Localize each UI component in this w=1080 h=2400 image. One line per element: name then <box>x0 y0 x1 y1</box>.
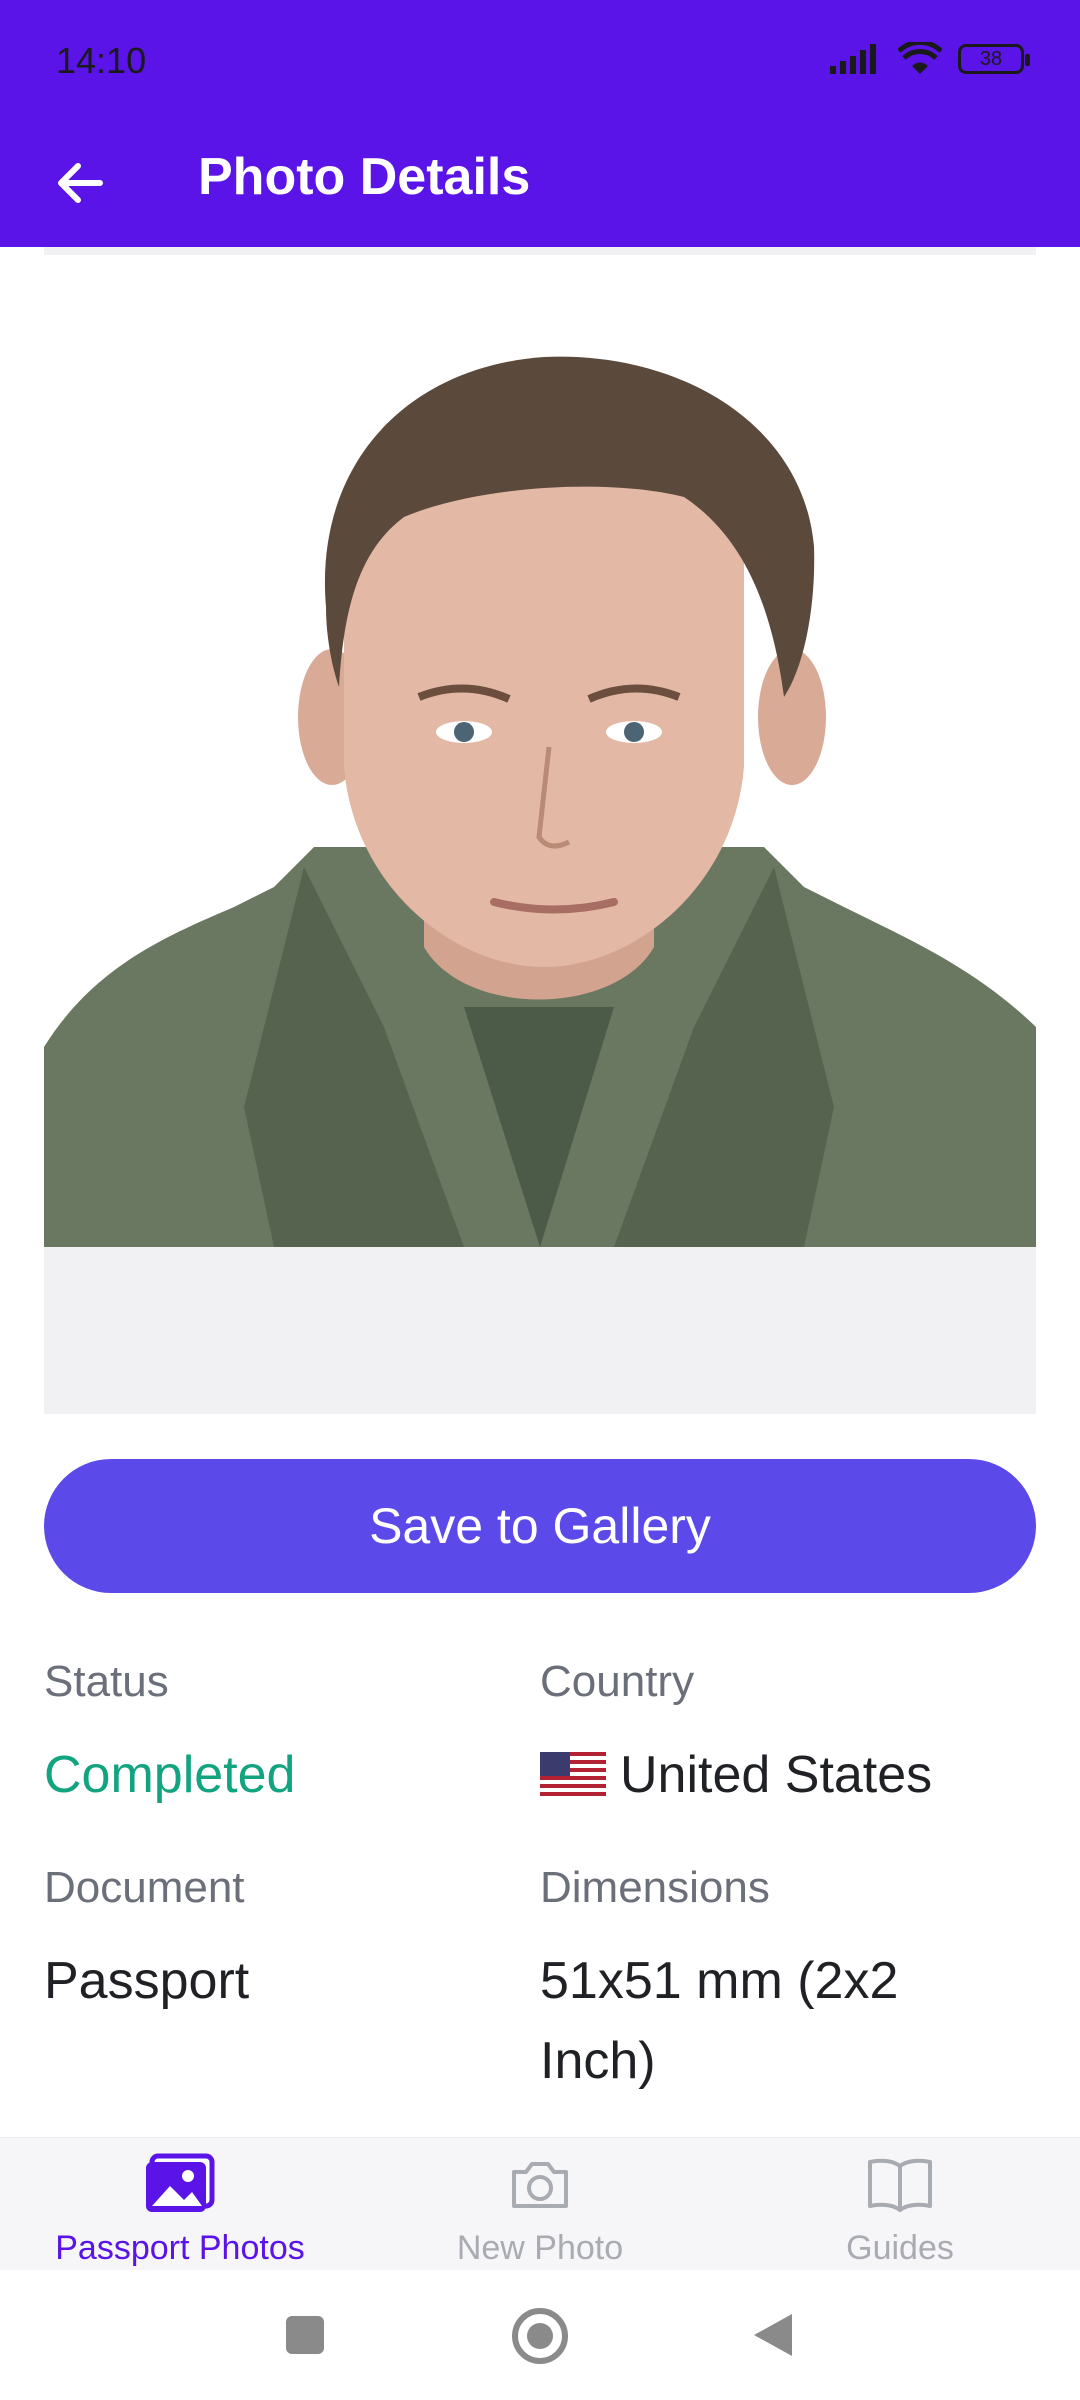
home-button[interactable] <box>512 2308 568 2364</box>
page-title: Photo Details <box>198 148 531 206</box>
photos-icon <box>146 2153 215 2212</box>
book-icon <box>868 2158 932 2212</box>
nav-passport-photos-label: Passport Photos <box>55 2229 305 2267</box>
bottom-navigation: Passport Photos New Photo Guides <box>0 2137 1080 2270</box>
nav-guides[interactable]: Guides <box>720 2152 1080 2268</box>
status-icons: 38 <box>830 42 1030 76</box>
wifi-icon <box>898 42 942 74</box>
us-flag-icon <box>540 1752 606 1796</box>
nav-passport-photos[interactable]: Passport Photos <box>0 2152 360 2268</box>
signal-icon <box>830 44 876 74</box>
status-bar: 14:10 38 <box>0 0 1080 125</box>
document-label: Document <box>44 1863 245 1912</box>
dimensions-label: Dimensions <box>540 1863 770 1912</box>
status-value: Completed <box>44 1746 296 1804</box>
country-value-row: United States <box>540 1735 1000 1815</box>
photo-preview-card <box>44 247 1036 1414</box>
dimensions-value: 51x51 mm (2x2 Inch) <box>540 1952 899 2090</box>
system-navigation-bar <box>0 2270 1080 2400</box>
status-field: Status Completed <box>44 1657 504 1815</box>
country-field: Country United States <box>540 1657 1000 1815</box>
document-value: Passport <box>44 1952 250 2010</box>
photo-details-content[interactable]: Save to Gallery Status Completed Country… <box>0 247 1080 2137</box>
save-to-gallery-button[interactable]: Save to Gallery <box>44 1459 1036 1593</box>
nav-new-photo[interactable]: New Photo <box>360 2152 720 2268</box>
battery-level: 38 <box>979 47 1003 70</box>
country-label: Country <box>540 1657 695 1706</box>
dimensions-field: Dimensions 51x51 mm (2x2 Inch) <box>540 1863 1000 2101</box>
document-field: Document Passport <box>44 1863 504 2021</box>
portrait-image <box>44 356 1036 1247</box>
country-value: United States <box>620 1746 933 1804</box>
battery-icon: 38 <box>958 44 1030 74</box>
passport-photo <box>44 247 1036 1247</box>
nav-guides-label: Guides <box>846 2229 954 2267</box>
save-to-gallery-label: Save to Gallery <box>369 1498 711 1554</box>
status-time: 14:10 <box>56 40 147 81</box>
back-arrow-icon[interactable] <box>50 153 110 213</box>
recent-apps-button[interactable] <box>286 2316 324 2354</box>
app-bar: Photo Details <box>0 125 1080 247</box>
status-label: Status <box>44 1657 169 1706</box>
nav-new-photo-label: New Photo <box>456 2229 624 2267</box>
back-triangle-icon[interactable] <box>752 2312 794 2358</box>
camera-icon <box>512 2162 568 2208</box>
